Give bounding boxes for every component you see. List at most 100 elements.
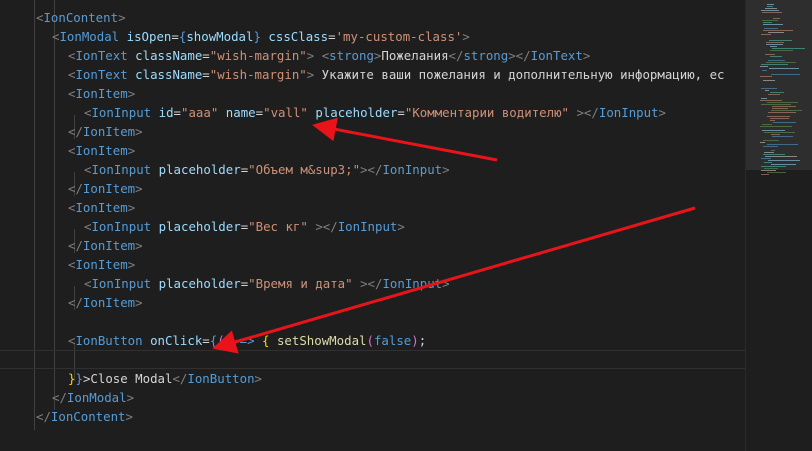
code-token: className: [135, 67, 203, 82]
code-line[interactable]: [0, 312, 745, 331]
code-line[interactable]: <IonInput placeholder="Время и дата" ></…: [0, 274, 745, 293]
code-token: </: [68, 295, 83, 310]
minimap-line: [763, 24, 783, 25]
minimap-line: [772, 48, 805, 49]
code-line[interactable]: [0, 350, 745, 369]
minimap-line: [770, 56, 782, 57]
code-token: 'my-custom-class': [335, 29, 463, 44]
code-token: </: [448, 48, 464, 63]
code-token: >: [118, 10, 126, 25]
code-line[interactable]: </IonItem>: [0, 122, 745, 141]
code-token: =: [202, 333, 210, 348]
minimap-line: [762, 12, 782, 13]
minimap-line: [767, 116, 790, 117]
code-line[interactable]: </IonModal>: [0, 388, 745, 407]
code-editor[interactable]: <IonContent> <IonModal isOpen={showModal}…: [0, 0, 745, 451]
minimap-line: [764, 162, 772, 163]
code-token: IonContent: [50, 409, 126, 424]
minimap-line: [773, 122, 796, 123]
minimap-line: [769, 40, 792, 41]
minimap-line: [772, 136, 793, 137]
minimap-line: [766, 62, 796, 63]
code-token: IonModal: [66, 390, 127, 405]
code-line[interactable]: <IonItem>: [0, 84, 745, 103]
code-token: IonInput: [91, 219, 152, 234]
code-token: ;: [418, 333, 427, 348]
code-line[interactable]: <IonModal isOpen={showModal} cssClass='m…: [0, 27, 745, 46]
minimap-line: [763, 140, 779, 141]
code-token: >: [135, 181, 143, 196]
code-line[interactable]: <IonText className="wish-margin"> <stron…: [0, 46, 745, 65]
code-token: }: [253, 29, 261, 44]
minimap-line: [761, 104, 791, 105]
code-token: placeholder: [315, 105, 398, 120]
minimap-line: [770, 118, 789, 119]
minimap-line: [761, 64, 788, 65]
code-token: >Close Modal: [82, 371, 173, 386]
code-token: >: [442, 162, 450, 177]
code-token: >: [135, 124, 143, 139]
code-token: >: [462, 29, 470, 44]
code-token: </: [172, 371, 188, 386]
minimap-line: [761, 10, 779, 11]
code-token: >: [127, 143, 136, 158]
code-token: </: [52, 390, 67, 405]
minimap-line: [770, 92, 784, 93]
code-token: >: [127, 86, 136, 101]
code-line[interactable]: }}>Close Modal</IonButton>: [0, 369, 745, 388]
minimap-line: [767, 6, 773, 7]
minimap-line: [773, 18, 780, 19]
code-line[interactable]: <IonInput id="aaa" name="vall" placehold…: [0, 103, 745, 122]
minimap-line: [771, 164, 796, 165]
code-line[interactable]: <IonInput placeholder="Объем м&sup3;"></…: [0, 160, 745, 179]
code-line[interactable]: <IonItem>: [0, 255, 745, 274]
code-token: "aaa": [181, 105, 219, 120]
code-token: </: [68, 124, 83, 139]
minimap-line: [763, 22, 772, 23]
code-line[interactable]: <IonInput placeholder="Вес кг" ></IonInp…: [0, 217, 745, 236]
minimap[interactable]: [745, 0, 812, 451]
code-token: showModal: [186, 29, 254, 44]
minimap-line: [768, 32, 784, 33]
minimap-line: [771, 134, 780, 135]
code-token: "Время и дата": [248, 276, 353, 291]
code-token: IonText: [75, 67, 128, 82]
code-line[interactable]: <IonText className="wish-margin"> Укажит…: [0, 65, 745, 84]
code-token: id: [158, 105, 174, 120]
code-token: >: [135, 295, 143, 310]
code-token: >: [127, 257, 136, 272]
code-token: "vall": [263, 105, 308, 120]
code-token: >: [135, 238, 143, 253]
code-token: IonInput: [91, 162, 152, 177]
code-token: ): [411, 333, 419, 348]
minimap-line: [766, 44, 783, 45]
code-token: strong: [329, 48, 374, 63]
code-line[interactable]: <IonItem>: [0, 198, 745, 217]
code-token: IonText: [75, 48, 128, 63]
code-token: "wish-margin": [209, 48, 307, 63]
code-token: IonItem: [75, 143, 128, 158]
code-line[interactable]: </IonItem>: [0, 293, 745, 312]
minimap-line: [760, 126, 792, 127]
minimap-line: [762, 20, 778, 21]
code-token: onClick: [150, 333, 203, 348]
code-token: IonInput: [598, 105, 659, 120]
minimap-line: [760, 76, 772, 77]
code-token: "wish-margin": [209, 67, 307, 82]
code-token: =: [202, 48, 210, 63]
minimap-line: [770, 120, 775, 121]
code-token: </: [36, 409, 51, 424]
code-line[interactable]: <IonContent>: [0, 8, 745, 27]
code-line[interactable]: <IonButton onClick={() => { setShowModal…: [0, 331, 745, 350]
code-line[interactable]: <IonItem>: [0, 141, 745, 160]
code-line[interactable]: </IonContent>: [0, 407, 745, 426]
code-token: false: [373, 333, 412, 348]
code-line[interactable]: </IonItem>: [0, 236, 745, 255]
code-line[interactable]: </IonItem>: [0, 179, 745, 198]
